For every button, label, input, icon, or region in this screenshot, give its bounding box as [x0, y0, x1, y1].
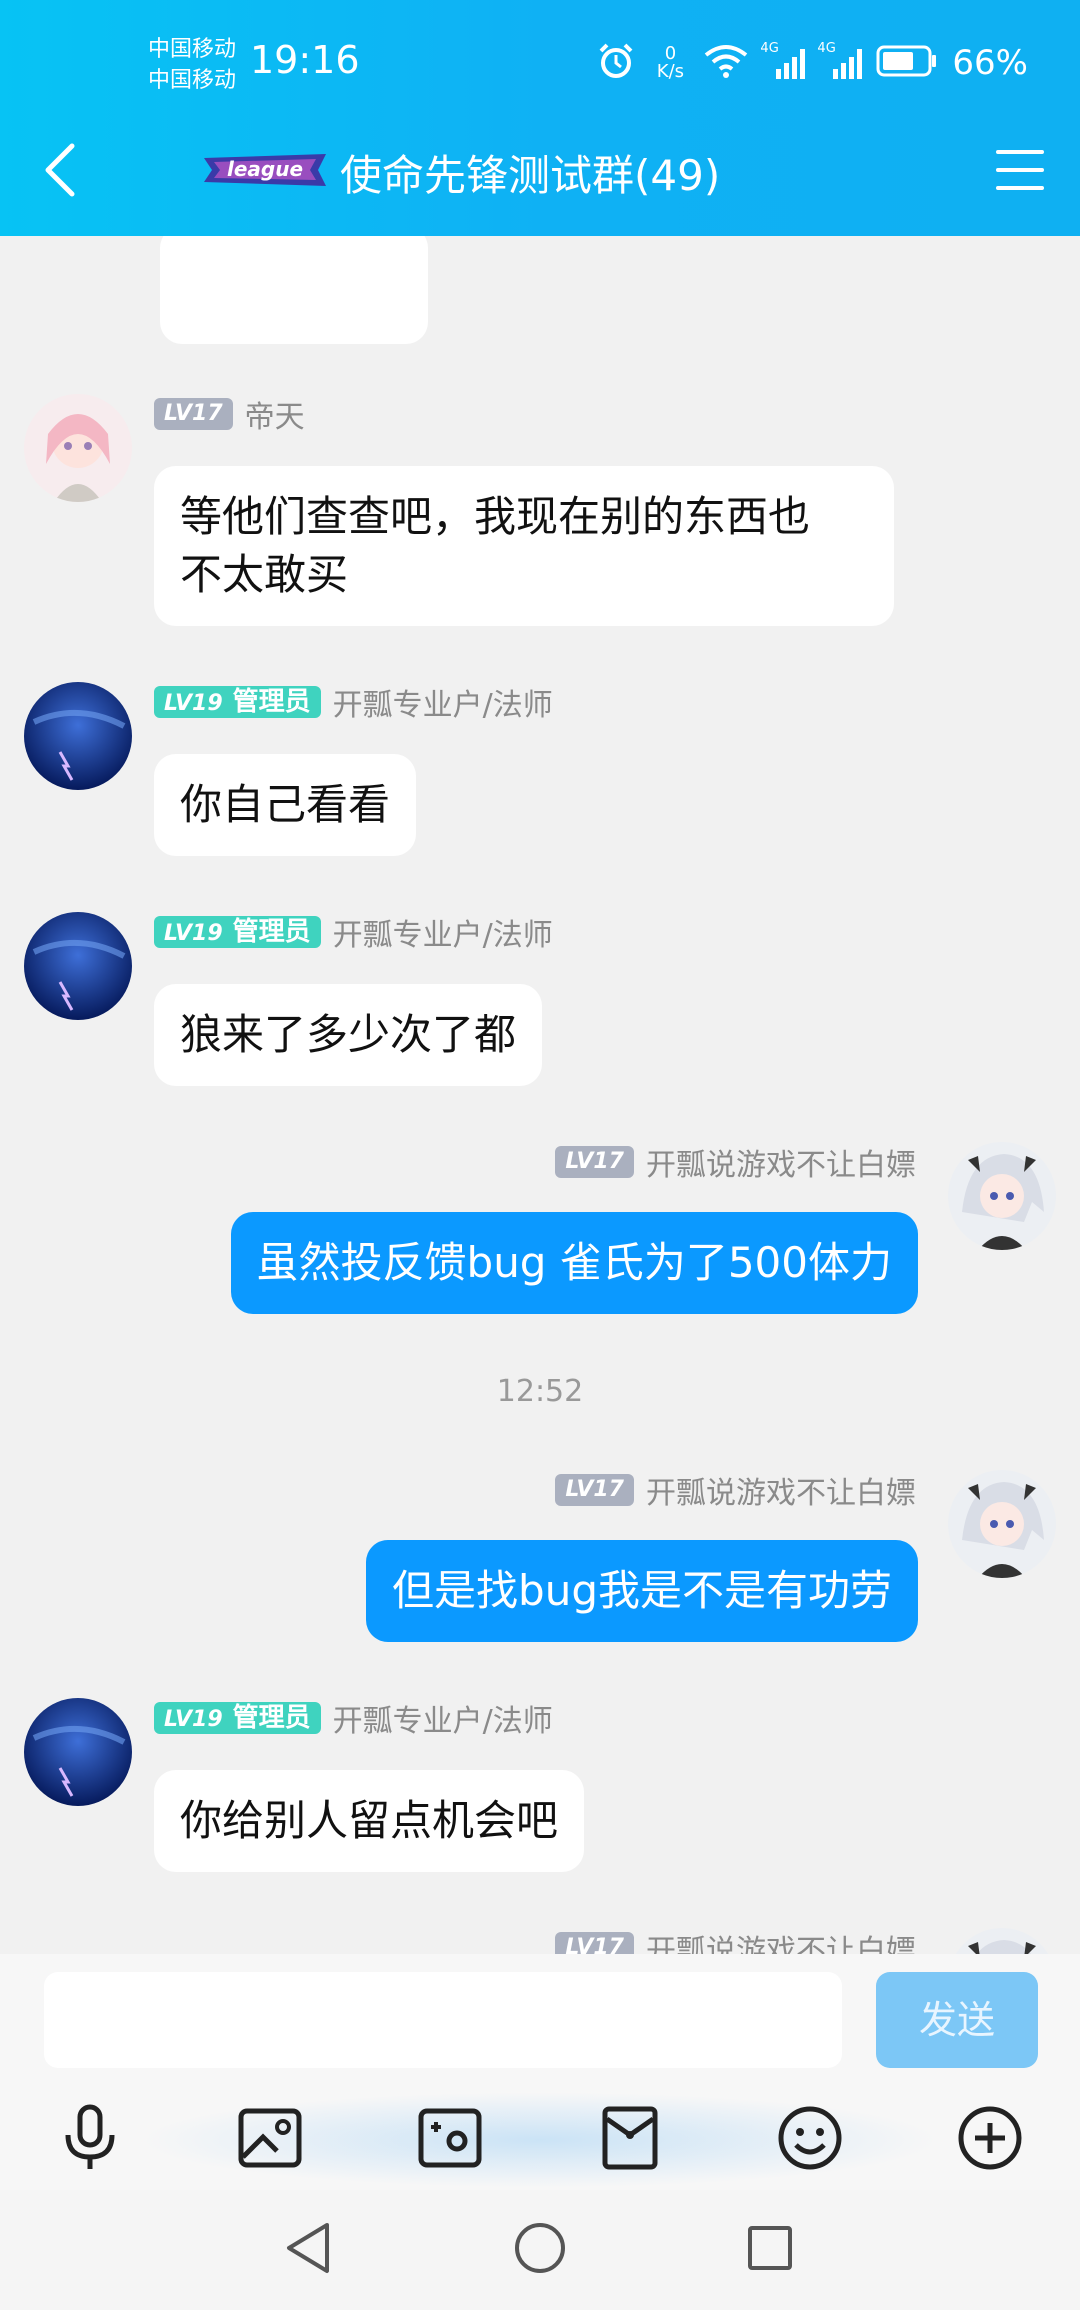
- message-bubble[interactable]: 但是找bug我是不是有功劳: [366, 1540, 918, 1642]
- message-bubble[interactable]: 你自己看看: [154, 754, 417, 856]
- system-recents-button[interactable]: [740, 2220, 800, 2280]
- message-bubble[interactable]: 你给别人留点机会吧: [154, 1770, 585, 1872]
- chevron-left-icon: [42, 142, 78, 202]
- net-speed: 0 K/s: [650, 45, 690, 81]
- avatar[interactable]: [24, 394, 132, 502]
- back-triangle-icon: [283, 2221, 333, 2279]
- level-badge: LV17: [555, 1146, 634, 1178]
- message-text: 你自己看看: [180, 780, 391, 829]
- red-packet-icon: [601, 2105, 659, 2175]
- message-text-line: 不太敢买: [180, 550, 349, 599]
- camera-button[interactable]: [412, 2102, 488, 2178]
- avatar[interactable]: [24, 682, 132, 790]
- header: 中国移动 中国移动 19:16 0 K/s 4G 4G 66% league 使…: [0, 0, 1080, 236]
- composer: 发送: [0, 1954, 1080, 2190]
- level-badge: LV19 管理员: [154, 686, 321, 718]
- plus-icon: [957, 2105, 1023, 2175]
- more-button[interactable]: [952, 2102, 1028, 2178]
- avatar[interactable]: [24, 1698, 132, 1806]
- level-badge: LV17: [555, 1932, 634, 1954]
- status-icons: 0 K/s 4G 4G 66%: [596, 38, 1028, 88]
- timestamp: 12:52: [496, 1374, 584, 1409]
- menu-button[interactable]: [990, 142, 1050, 202]
- microphone-button[interactable]: [52, 2102, 128, 2178]
- message-input[interactable]: [44, 1972, 842, 2068]
- camera-icon: [417, 2107, 483, 2173]
- network-type-1: 4G: [760, 41, 779, 56]
- sender-name: 开瓢说游戏不让白嫖: [646, 1476, 916, 1511]
- system-nav-bar: [0, 2190, 1080, 2310]
- logo-text: league: [227, 157, 303, 181]
- avatar[interactable]: [24, 912, 132, 1020]
- home-circle-icon: [513, 2221, 567, 2279]
- image-button[interactable]: [232, 2102, 308, 2178]
- alarm-icon: [596, 41, 636, 85]
- message-meta: LV17 帝天: [154, 396, 305, 435]
- system-back-button[interactable]: [278, 2220, 338, 2280]
- message-meta: LV17 开瓢说游戏不让白嫖: [555, 1472, 916, 1511]
- image-icon: [237, 2107, 303, 2173]
- send-button[interactable]: 发送: [876, 1972, 1038, 2068]
- message-text: 狼来了多少次了都: [180, 1010, 517, 1059]
- status-bar: 中国移动 中国移动 19:16 0 K/s 4G 4G 66%: [0, 0, 1080, 126]
- clock: 19:16: [250, 38, 360, 82]
- signal-icon: 4G: [760, 41, 806, 79]
- league-logo: league: [200, 150, 330, 190]
- role-label: 管理员: [232, 917, 311, 947]
- signal-icon: 4G: [817, 41, 863, 79]
- menu-icon: [996, 148, 1044, 196]
- message-meta: LV17 开瓢说游戏不让白嫖: [555, 1930, 916, 1954]
- role-label: 管理员: [232, 687, 311, 717]
- chat-area[interactable]: LV17 帝天 等他们查查吧，我现在别的东西也 不太敢买 LV19 管理员 开瓢专…: [0, 236, 1080, 1954]
- level-badge: LV17: [555, 1474, 634, 1506]
- message-text: 虽然投反馈bug 雀氏为了500体力: [256, 1238, 892, 1287]
- sender-name: 开瓢专业户/法师: [332, 688, 553, 723]
- level-badge: LV19 管理员: [154, 1702, 321, 1734]
- message-meta: LV19 管理员 开瓢专业户/法师: [154, 684, 553, 723]
- message-text: 但是找bug我是不是有功劳: [392, 1566, 892, 1615]
- carrier-label-1: 中国移动: [148, 37, 237, 62]
- message-bubble[interactable]: 狼来了多少次了都: [154, 984, 543, 1086]
- avatar[interactable]: [948, 1928, 1056, 1954]
- sender-name: 开瓢专业户/法师: [332, 918, 553, 953]
- sender-name: 开瓢说游戏不让白嫖: [646, 1934, 916, 1954]
- back-button[interactable]: [30, 142, 90, 202]
- composer-toolbar: [0, 2092, 1080, 2188]
- image-message-card[interactable]: [160, 236, 428, 344]
- sender-name: 帝天: [244, 400, 305, 435]
- recents-square-icon: [746, 2224, 794, 2276]
- message-text-line: 等他们查查吧，我现在别的东西也: [180, 492, 811, 541]
- role-label: 管理员: [232, 1703, 311, 1733]
- message-meta: LV19 管理员 开瓢专业户/法师: [154, 914, 553, 953]
- net-speed-unit: K/s: [656, 61, 685, 82]
- wifi-icon: [704, 43, 748, 83]
- message-bubble[interactable]: 等他们查查吧，我现在别的东西也 不太敢买: [154, 466, 894, 626]
- avatar[interactable]: [948, 1142, 1056, 1250]
- message-bubble[interactable]: 虽然投反馈bug 雀氏为了500体力: [230, 1212, 918, 1314]
- battery-icon: [876, 45, 938, 81]
- message-meta: LV17 开瓢说游戏不让白嫖: [555, 1144, 916, 1183]
- sender-name: 开瓢专业户/法师: [332, 1704, 553, 1739]
- nav-bar: league 使命先锋测试群(49): [0, 126, 1080, 236]
- level-badge: LV19 管理员: [154, 916, 321, 948]
- sender-name: 开瓢说游戏不让白嫖: [646, 1148, 916, 1183]
- avatar[interactable]: [948, 1470, 1056, 1578]
- network-type-2: 4G: [817, 41, 836, 56]
- message-text: 你给别人留点机会吧: [180, 1796, 559, 1845]
- emoji-icon: [777, 2105, 843, 2175]
- battery-percent: 66%: [952, 43, 1028, 83]
- emoji-button[interactable]: [772, 2102, 848, 2178]
- microphone-icon: [60, 2103, 120, 2177]
- red-packet-button[interactable]: [592, 2102, 668, 2178]
- group-title: 使命先锋测试群(49): [340, 151, 721, 200]
- system-home-button[interactable]: [510, 2220, 570, 2280]
- level-badge: LV17: [154, 398, 233, 430]
- message-meta: LV19 管理员 开瓢专业户/法师: [154, 1700, 553, 1739]
- carrier-label-2: 中国移动: [148, 68, 237, 93]
